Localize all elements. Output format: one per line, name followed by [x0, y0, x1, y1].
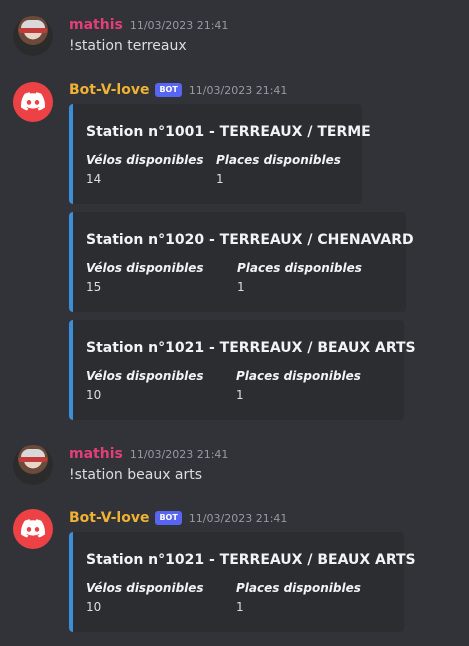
field-name: Places disponibles	[237, 261, 362, 275]
user-avatar[interactable]	[13, 445, 53, 485]
station-embed: Station n°1021 - TERREAUX / BEAUX ARTS V…	[69, 532, 416, 632]
message-timestamp: 11/03/2023 21:41	[129, 447, 229, 461]
embed-field-places: Places disponibles 1	[237, 261, 362, 294]
discord-logo-icon	[21, 92, 45, 111]
field-value: 1	[236, 388, 244, 402]
username[interactable]: mathis	[69, 17, 123, 33]
user-avatar[interactable]	[13, 16, 53, 56]
bot-avatar[interactable]	[13, 509, 53, 549]
embed-field-velos: Vélos disponibles 10	[86, 369, 204, 402]
station-embed: Station n°1021 - TERREAUX / BEAUX ARTS V…	[69, 320, 416, 420]
embed-title: Station n°1021 - TERREAUX / BEAUX ARTS	[86, 340, 416, 356]
field-name: Vélos disponibles	[86, 369, 204, 383]
embed-title: Station n°1001 - TERREAUX / TERME	[86, 124, 371, 140]
field-name: Places disponibles	[236, 369, 361, 383]
message-timestamp: 11/03/2023 21:41	[188, 83, 288, 97]
field-name: Places disponibles	[216, 153, 341, 167]
bot-tag-badge: BOT	[155, 511, 182, 525]
station-embed: Station n°1020 - TERREAUX / CHENAVARD Vé…	[69, 212, 414, 312]
embed-field-places: Places disponibles 1	[216, 153, 341, 186]
embed-field-places: Places disponibles 1	[236, 369, 361, 402]
embed-title: Station n°1021 - TERREAUX / BEAUX ARTS	[86, 552, 416, 568]
embed-field-places: Places disponibles 1	[236, 581, 361, 614]
field-value: 10	[86, 388, 102, 402]
field-name: Places disponibles	[236, 581, 361, 595]
bot-username[interactable]: Bot-V-love	[69, 510, 149, 526]
field-value: 15	[86, 280, 102, 294]
embed-field-velos: Vélos disponibles 15	[86, 261, 204, 294]
field-value: 10	[86, 600, 102, 614]
field-name: Vélos disponibles	[86, 153, 204, 167]
field-value: 1	[237, 280, 245, 294]
embed-title: Station n°1020 - TERREAUX / CHENAVARD	[86, 232, 414, 248]
message-timestamp: 11/03/2023 21:41	[188, 511, 288, 525]
field-value: 1	[236, 600, 244, 614]
embed-field-velos: Vélos disponibles 14	[86, 153, 204, 186]
field-value: 1	[216, 172, 224, 186]
username[interactable]: mathis	[69, 446, 123, 462]
message-text: !station terreaux	[69, 38, 187, 54]
bot-tag-badge: BOT	[155, 83, 182, 97]
bot-avatar[interactable]	[13, 82, 53, 122]
bot-username[interactable]: Bot-V-love	[69, 82, 149, 98]
station-embed: Station n°1001 - TERREAUX / TERME Vélos …	[69, 104, 371, 204]
field-value: 14	[86, 172, 102, 186]
message-timestamp: 11/03/2023 21:41	[129, 18, 229, 32]
message-text: !station beaux arts	[69, 467, 203, 483]
discord-logo-icon	[21, 519, 45, 538]
field-name: Vélos disponibles	[86, 261, 204, 275]
embed-field-velos: Vélos disponibles 10	[86, 581, 204, 614]
field-name: Vélos disponibles	[86, 581, 204, 595]
